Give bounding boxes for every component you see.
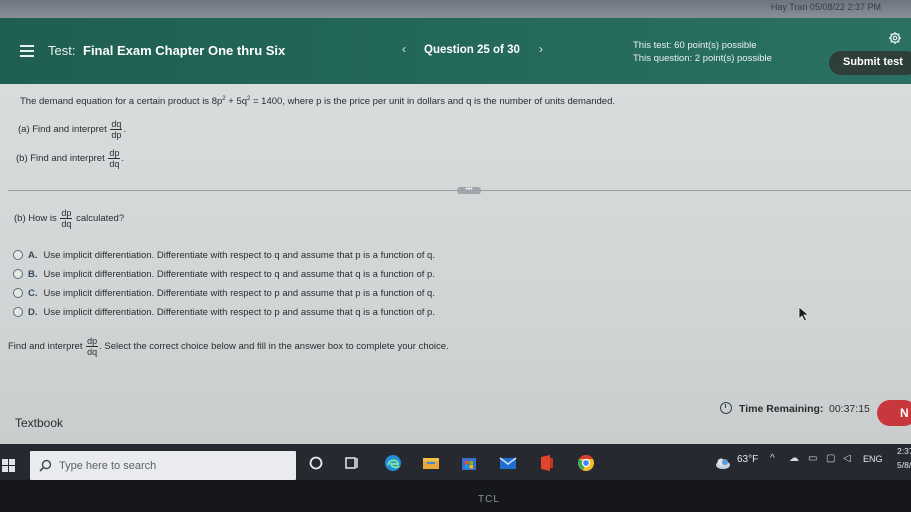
network-icon[interactable]: ▢ bbox=[826, 453, 835, 464]
fraction-numerator: dq bbox=[110, 119, 123, 130]
collapse-handle[interactable]: ••• bbox=[457, 186, 481, 194]
test-name: Final Exam Chapter One thru Six bbox=[83, 43, 286, 58]
weather-cloud-icon[interactable] bbox=[713, 453, 733, 473]
top-strip-text: Hay Tran 05/08/22 2:37 PM bbox=[770, 2, 881, 12]
office-icon[interactable] bbox=[537, 453, 557, 473]
previous-question-button[interactable]: ‹ bbox=[397, 42, 411, 56]
monitor-bezel: TCL bbox=[0, 480, 911, 512]
part-a: (a) Find and interpret dq dp. bbox=[18, 119, 127, 140]
onedrive-cloud-icon[interactable]: ☁ bbox=[789, 453, 799, 464]
language-indicator[interactable]: ENG bbox=[863, 454, 883, 464]
question-points: This question: 2 point(s) possible bbox=[633, 53, 772, 64]
radio-button[interactable] bbox=[13, 307, 23, 318]
windows-taskbar: Type here to search 63°F ^ ☁ ▭ ▢ ◁ ENG 2… bbox=[0, 444, 911, 480]
weather-temperature[interactable]: 63°F bbox=[737, 454, 758, 465]
followup-fraction: dp dq bbox=[86, 336, 99, 357]
part-b-label: (b) Find and interpret bbox=[16, 153, 105, 165]
fraction-denominator: dq bbox=[61, 219, 72, 229]
question-content: The demand equation for a certain produc… bbox=[0, 84, 911, 444]
question-prompt: (b) How is dp dq calculated? bbox=[14, 208, 124, 229]
time-remaining-label: Time Remaining: bbox=[739, 403, 824, 415]
part-b-fraction: dp dq bbox=[108, 148, 121, 169]
next-button[interactable]: N bbox=[877, 400, 911, 426]
chrome-icon[interactable] bbox=[576, 453, 596, 473]
search-placeholder: Type here to search bbox=[59, 460, 157, 472]
clock-icon bbox=[720, 402, 732, 414]
option-c[interactable]: C. Use implicit differentiation. Differen… bbox=[13, 288, 435, 299]
option-text: Use implicit differentiation. Differenti… bbox=[43, 269, 435, 280]
option-a[interactable]: A. Use implicit differentiation. Differen… bbox=[13, 250, 435, 261]
part-a-label: (a) Find and interpret bbox=[18, 124, 107, 136]
next-question-arrow[interactable]: › bbox=[534, 42, 548, 56]
option-text: Use implicit differentiation. Differenti… bbox=[43, 288, 435, 299]
monitor-brand-logo: TCL bbox=[478, 494, 500, 505]
prompt-fraction: dp dq bbox=[60, 208, 73, 229]
option-letter: D. bbox=[28, 307, 38, 318]
gear-icon[interactable] bbox=[888, 31, 902, 45]
fraction-denominator: dq bbox=[109, 159, 120, 169]
test-points: This test: 60 point(s) possible bbox=[633, 40, 757, 51]
prompt-text: (b) How is bbox=[14, 213, 57, 225]
prompt-text-end: calculated? bbox=[76, 213, 125, 225]
mail-icon[interactable] bbox=[498, 453, 518, 473]
followup-text: Find and interpret bbox=[8, 341, 83, 353]
taskbar-clock-time[interactable]: 2:37 bbox=[897, 446, 911, 456]
fraction-numerator: dp bbox=[108, 148, 121, 159]
windows-start-icon[interactable] bbox=[2, 459, 16, 473]
search-icon bbox=[39, 459, 52, 472]
time-remaining-value: 00:37:15 bbox=[829, 403, 870, 415]
option-letter: B. bbox=[28, 269, 38, 280]
intro-text-2: + 5q bbox=[225, 96, 248, 108]
radio-button[interactable] bbox=[13, 288, 23, 299]
problem-statement: The demand equation for a certain produc… bbox=[20, 96, 615, 107]
fraction-numerator: dp bbox=[86, 336, 99, 347]
fraction-numerator: dp bbox=[60, 208, 73, 219]
taskbar-search-box[interactable]: Type here to search bbox=[30, 451, 296, 480]
tray-chevron-icon[interactable]: ^ bbox=[770, 453, 775, 464]
part-b: (b) Find and interpret dp dq. bbox=[16, 148, 125, 169]
taskbar-clock-date[interactable]: 5/8/ bbox=[897, 460, 911, 470]
fraction-denominator: dp bbox=[111, 130, 122, 140]
radio-button[interactable] bbox=[13, 250, 23, 261]
option-text: Use implicit differentiation. Differenti… bbox=[43, 307, 435, 318]
cortana-icon[interactable] bbox=[306, 453, 326, 473]
part-a-fraction: dq dp bbox=[110, 119, 123, 140]
fraction-denominator: dq bbox=[87, 347, 98, 357]
test-header: Test: Final Exam Chapter One thru Six ‹ … bbox=[0, 18, 911, 84]
browser-top-strip: Hay Tran 05/08/22 2:37 PM bbox=[0, 0, 911, 18]
battery-icon[interactable]: ▭ bbox=[808, 453, 817, 464]
option-letter: C. bbox=[28, 288, 38, 299]
test-label: Test: bbox=[48, 43, 76, 58]
microsoft-store-icon[interactable] bbox=[459, 453, 479, 473]
textbook-link[interactable]: Textbook bbox=[15, 416, 63, 430]
intro-text-1: The demand equation for a certain produc… bbox=[20, 96, 223, 108]
mouse-cursor-icon bbox=[798, 306, 810, 322]
radio-button[interactable] bbox=[13, 269, 23, 280]
menu-icon[interactable] bbox=[20, 45, 34, 57]
option-d[interactable]: D. Use implicit differentiation. Differen… bbox=[13, 307, 435, 318]
option-text: Use implicit differentiation. Differenti… bbox=[43, 250, 435, 261]
followup-text-end: Select the correct choice below and fill… bbox=[104, 341, 449, 353]
submit-test-button[interactable]: Submit test bbox=[829, 51, 911, 75]
task-view-icon[interactable] bbox=[342, 453, 362, 473]
file-explorer-icon[interactable] bbox=[421, 453, 441, 473]
volume-icon[interactable]: ◁ bbox=[843, 453, 851, 464]
option-letter: A. bbox=[28, 250, 38, 261]
intro-text-3: = 1400, where p is the price per unit in… bbox=[250, 96, 616, 108]
followup-instruction: Find and interpret dp dq. Select the corr… bbox=[8, 336, 449, 357]
question-counter[interactable]: Question 25 of 30 bbox=[424, 44, 520, 56]
edge-browser-icon[interactable] bbox=[383, 453, 403, 473]
option-b[interactable]: B. Use implicit differentiation. Differen… bbox=[13, 269, 435, 280]
